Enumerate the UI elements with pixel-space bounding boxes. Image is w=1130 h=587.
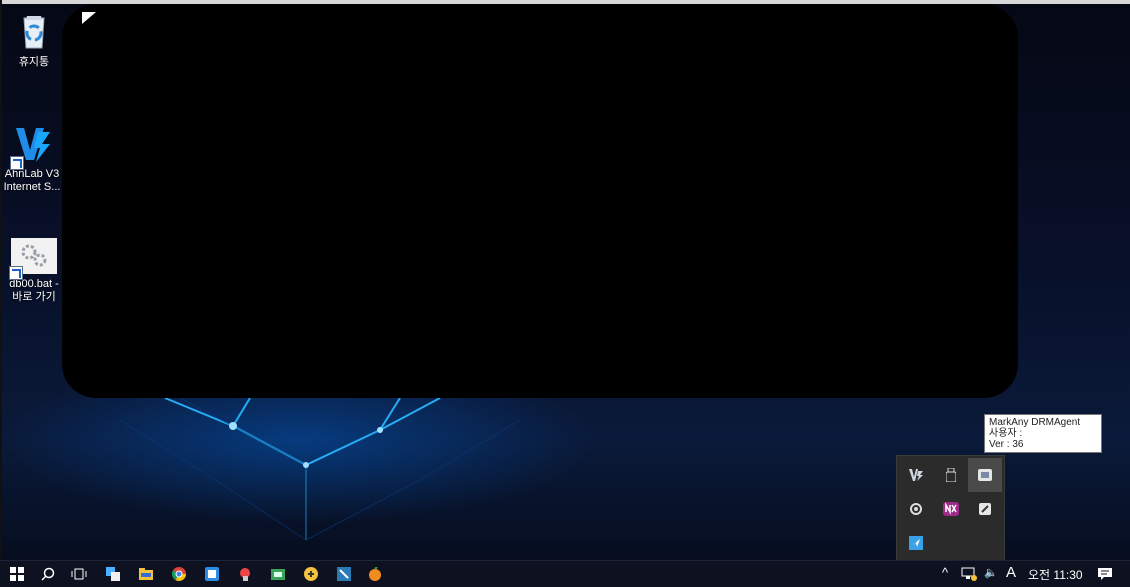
show-hidden-icons-chevron-icon[interactable]: ^ <box>942 565 948 580</box>
redacted-window-area <box>62 4 1018 398</box>
app-icon-1[interactable] <box>104 565 122 583</box>
batch-shortcut-icon <box>9 238 57 280</box>
desktop-icon-recycle-bin[interactable]: 휴지통 <box>2 12 66 69</box>
app-icon-3[interactable] <box>236 565 254 583</box>
task-view-icon[interactable] <box>70 565 88 583</box>
taskbar: ^ 🔈 A 오전 11:30 <box>0 560 1130 587</box>
usb-icon[interactable] <box>934 458 968 492</box>
app-icon-7[interactable] <box>366 565 384 583</box>
window-corner-marker <box>82 12 96 24</box>
send-arrow-icon[interactable] <box>899 526 933 560</box>
network-icon[interactable] <box>960 565 978 583</box>
ahnlab-v3-icon <box>10 124 52 170</box>
action-center-icon[interactable] <box>1096 565 1114 583</box>
tooltip-user: 사용자 : <box>989 428 1023 439</box>
desktop-icon-ahnlab-v3[interactable]: AhnLab V3 Internet S... <box>0 124 64 194</box>
app-icon-5[interactable] <box>302 565 320 583</box>
ime-indicator[interactable]: A <box>1006 564 1016 581</box>
shortcut-arrow-icon <box>9 266 23 280</box>
windows-start-icon[interactable] <box>8 565 26 583</box>
tooltip-version: Ver : 36 <box>989 439 1024 450</box>
markany-drm-icon[interactable] <box>968 458 1002 492</box>
app-icon-6[interactable] <box>335 565 353 583</box>
chrome-icon[interactable] <box>170 565 188 583</box>
tooltip-title: MarkAny DRMAgent <box>989 417 1081 428</box>
glow-point <box>229 422 237 430</box>
drm-file-icon[interactable] <box>968 492 1002 526</box>
file-explorer-icon[interactable] <box>137 565 155 583</box>
tray-tooltip: MarkAny DRMAgent 사용자 : Ver : 36 <box>984 414 1102 453</box>
swirl-icon[interactable] <box>899 492 933 526</box>
desktop-icon-label-line2: 바로 가기 <box>12 291 56 303</box>
tray-overflow-popup <box>896 455 1005 561</box>
glow-point <box>303 462 309 468</box>
desktop-icon-label-line2: Internet S... <box>3 181 61 193</box>
v3-tray-icon[interactable] <box>899 458 933 492</box>
recycle-bin-icon <box>14 12 54 52</box>
shortcut-arrow-icon <box>10 156 24 170</box>
app-icon-2[interactable] <box>203 565 221 583</box>
desktop-icon-label: 휴지통 <box>18 56 50 68</box>
app-icon-4[interactable] <box>269 565 287 583</box>
nx-icon[interactable] <box>934 492 968 526</box>
search-icon[interactable] <box>39 565 57 583</box>
glow-point <box>377 427 383 433</box>
clock[interactable]: 오전 11:30 <box>1028 566 1083 583</box>
desktop-icon-db00-bat[interactable]: db00.bat - 바로 가기 <box>2 238 66 304</box>
volume-icon[interactable]: 🔈 <box>984 566 998 579</box>
